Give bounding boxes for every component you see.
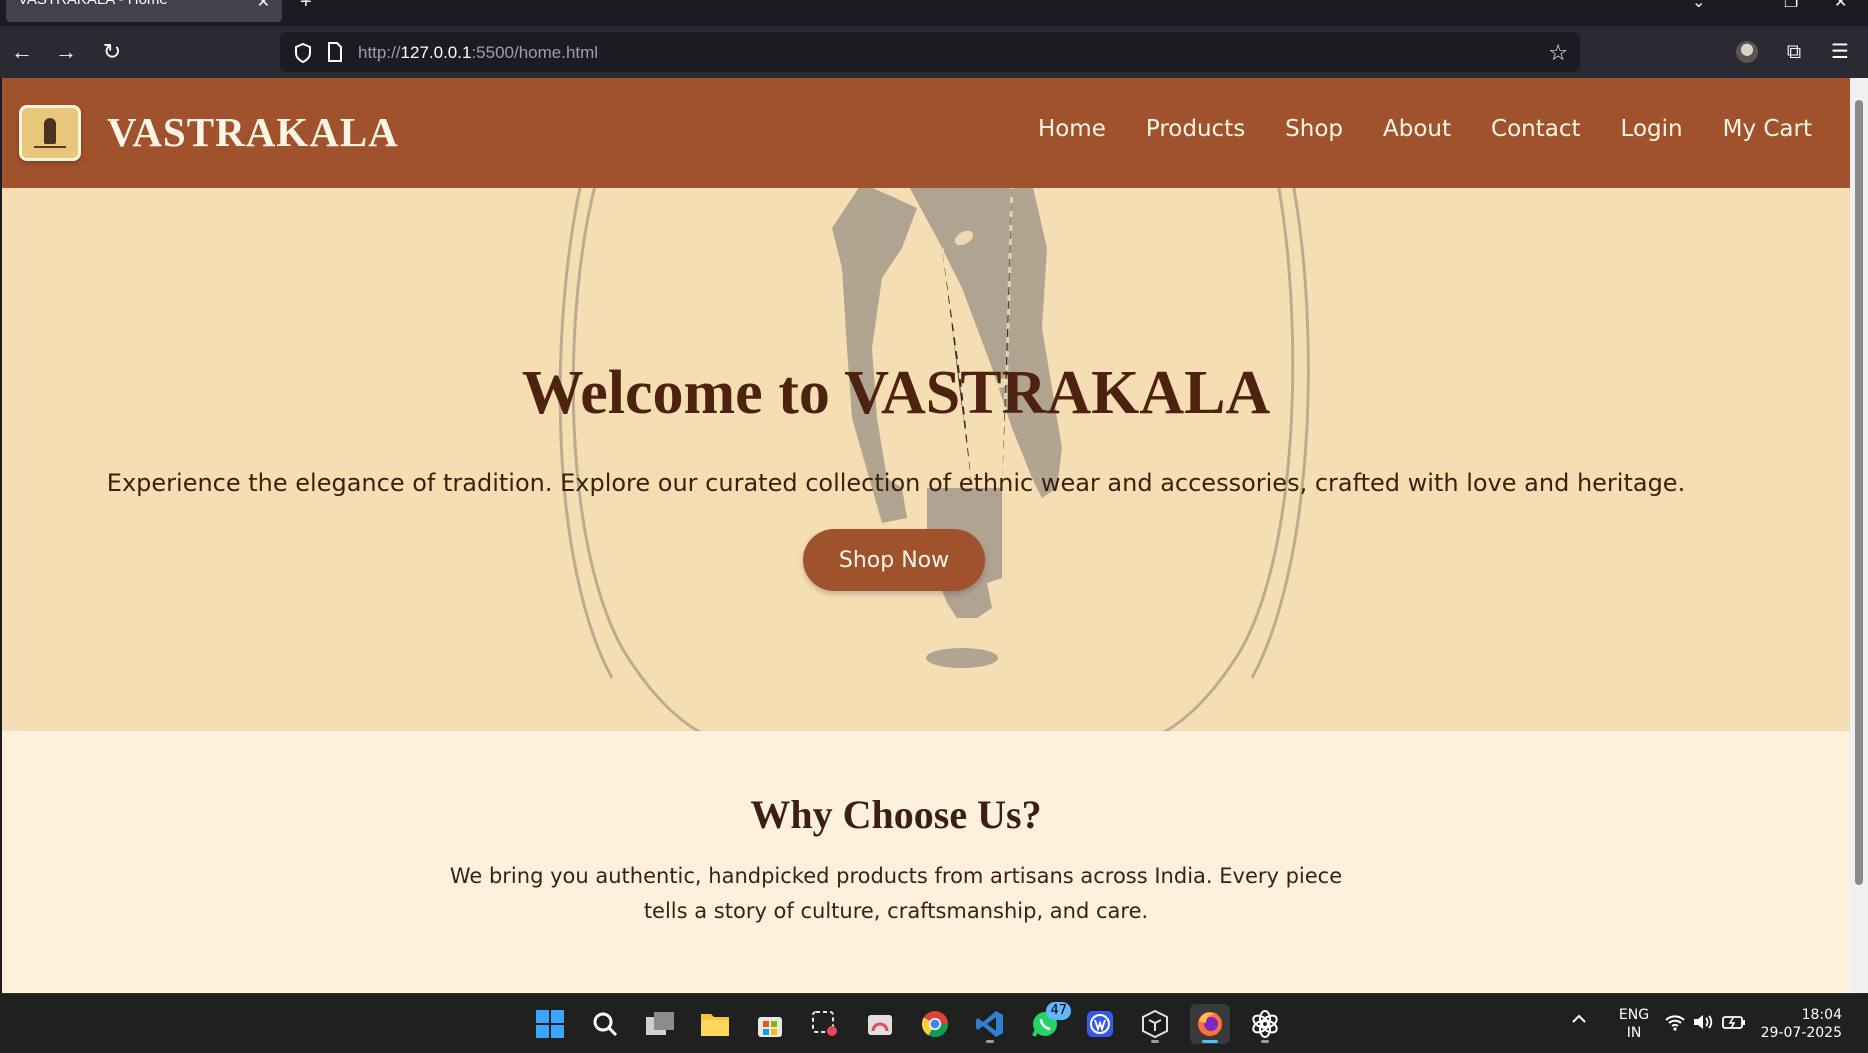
nav-my-cart[interactable]: My Cart — [1723, 116, 1812, 142]
bookmark-star-icon[interactable]: ☆ — [1548, 40, 1568, 66]
tab-title: VASTRAKALA - Home — [18, 0, 168, 8]
shop-now-button[interactable]: Shop Now — [803, 529, 985, 591]
site-header: VASTRAKALA Home Products Shop About Cont… — [2, 78, 1850, 188]
page-info-icon[interactable] — [324, 42, 346, 64]
hero-title: Welcome to VASTRAKALA — [521, 359, 1271, 427]
firefox-active-indicator — [1202, 1040, 1218, 1043]
logo-underline — [34, 146, 66, 148]
reload-button[interactable]: ↻ — [98, 38, 126, 66]
tracking-protection-icon[interactable] — [292, 42, 314, 64]
address-bar[interactable]: http://127.0.0.1:5500/home.html ☆ — [280, 32, 1580, 72]
nav-products[interactable]: Products — [1146, 116, 1245, 142]
language-code: ENG — [1618, 1007, 1650, 1023]
url-scheme: http:// — [358, 43, 401, 62]
volume-icon[interactable] — [1692, 1012, 1714, 1037]
microsoft-store-icon[interactable] — [750, 1004, 790, 1044]
chatgpt-running-indicator — [1261, 1040, 1269, 1043]
nav-about[interactable]: About — [1383, 116, 1451, 142]
region-code: IN — [1626, 1025, 1642, 1041]
url-host: 127.0.0.1 — [400, 43, 472, 62]
task-view-icon[interactable] — [640, 1004, 680, 1044]
main-nav: Home Products Shop About Contact Login M… — [1038, 116, 1812, 142]
why-text: We bring you authentic, handpicked produ… — [449, 864, 1343, 923]
back-button[interactable]: ← — [8, 38, 36, 66]
clock-date: 29-07-2025 — [1760, 1025, 1842, 1041]
chatgpt-icon[interactable] — [1245, 1004, 1285, 1044]
wifi-icon[interactable] — [1664, 1012, 1686, 1037]
chrome-icon[interactable] — [915, 1004, 955, 1044]
chevron-up-icon[interactable] — [1570, 1010, 1588, 1033]
why-choose-us-section: Why Choose Us? We bring you authentic, h… — [2, 731, 1850, 993]
windows-taskbar: 47 ENG IN 18:04 29-07-2025 — [0, 993, 1868, 1053]
scrollbar-thumb[interactable] — [1855, 100, 1863, 885]
menu-icon[interactable]: ☰ — [1826, 38, 1854, 66]
search-icon[interactable] — [585, 1004, 625, 1044]
firefox-icon[interactable] — [1190, 1004, 1230, 1044]
url-text[interactable]: http://127.0.0.1:5500/home.html — [358, 43, 598, 63]
tab-close-icon[interactable]: ✕ — [257, 0, 270, 12]
brand-name[interactable]: VASTRAKALA — [107, 108, 399, 156]
vscode-running-indicator — [986, 1040, 994, 1043]
clock-time: 18:04 — [1801, 1007, 1842, 1023]
page-viewport: VASTRAKALA Home Products Shop About Cont… — [2, 78, 1850, 993]
battery-icon[interactable] — [1722, 1012, 1746, 1037]
nav-login[interactable]: Login — [1621, 116, 1683, 142]
file-explorer-icon[interactable] — [695, 1004, 735, 1044]
hero-section: Welcome to VASTRAKALA Experience the ele… — [2, 188, 1850, 731]
vscode-icon[interactable] — [970, 1004, 1010, 1044]
logo-figure-icon — [44, 118, 56, 144]
list-all-tabs-icon[interactable]: ⌄ — [1692, 0, 1705, 12]
clock[interactable]: 18:04 29-07-2025 — [1752, 1006, 1842, 1042]
forward-button[interactable]: → — [52, 38, 80, 66]
wordpress-icon[interactable] — [1080, 1004, 1120, 1044]
why-title: Why Choose Us? — [750, 792, 1042, 837]
account-avatar[interactable] — [1736, 41, 1758, 63]
hero-subtitle: Experience the elegance of tradition. Ex… — [106, 469, 1686, 497]
nav-home[interactable]: Home — [1038, 116, 1106, 142]
extensions-icon[interactable]: ⧉ — [1780, 38, 1808, 66]
nav-shop[interactable]: Shop — [1285, 116, 1343, 142]
new-tab-button[interactable]: + — [300, 0, 312, 14]
app-icon[interactable] — [860, 1004, 900, 1044]
site-logo[interactable] — [19, 105, 81, 161]
whatsapp-icon[interactable]: 47 — [1025, 1002, 1071, 1044]
app-running-indicator — [1151, 1040, 1159, 1043]
windows-start-icon[interactable] — [530, 1004, 570, 1044]
whatsapp-unread-badge: 47 — [1046, 1002, 1071, 1020]
browser-toolbar: ← → ↻ http://127.0.0.1:5500/home.html ☆ … — [0, 26, 1868, 78]
restore-window-icon[interactable]: ❐ — [1784, 0, 1798, 12]
browser-tab-strip: VASTRAKALA - Home ✕ + ⌄ ❐ ✕ — [0, 0, 1868, 26]
app-cube-icon[interactable] — [1135, 1004, 1175, 1044]
hero-background-illustration — [558, 188, 1310, 731]
snipping-tool-icon[interactable] — [805, 1004, 845, 1044]
language-indicator[interactable]: ENG IN — [1612, 1006, 1656, 1042]
close-window-icon[interactable]: ✕ — [1834, 0, 1847, 12]
nav-contact[interactable]: Contact — [1491, 116, 1580, 142]
url-path: :5500/home.html — [471, 43, 599, 62]
browser-tab[interactable]: VASTRAKALA - Home ✕ — [6, 0, 282, 22]
